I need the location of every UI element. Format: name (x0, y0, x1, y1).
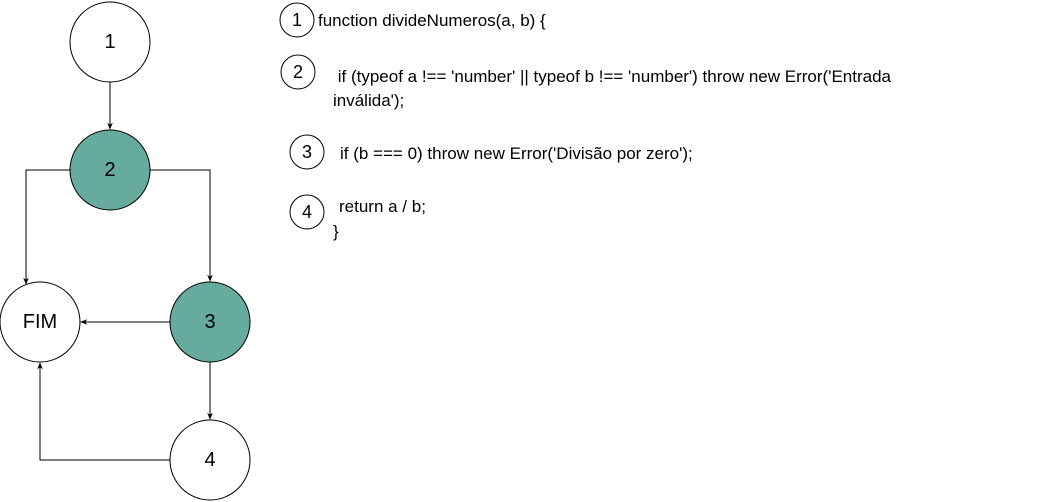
code-line-4-number: 4 (302, 202, 312, 222)
code-line-4-text: return a / b; (339, 197, 426, 216)
code-line-2: 2 if (typeof a !== 'number' || typeof b … (280, 54, 892, 110)
node-1-label: 1 (104, 31, 115, 53)
code-line-4: 4 return a / b; } (289, 194, 426, 241)
node-4-label: 4 (204, 449, 215, 471)
code-line-1: 1 function divideNumeros(a, b) { (279, 2, 546, 38)
code-line-3-text: if (b === 0) throw new Error('Divisão po… (340, 144, 693, 163)
code-line-2-number: 2 (293, 62, 303, 82)
node-2: 2 (69, 129, 151, 211)
node-2-label: 2 (104, 159, 115, 181)
code-line-3: 3 if (b === 0) throw new Error('Divisão … (289, 134, 693, 170)
node-fim-label: FIM (23, 311, 57, 333)
node-4: 4 (169, 419, 251, 501)
code-line-2-text-cont: inválida'); (333, 91, 404, 110)
code-line-1-number: 1 (292, 10, 302, 30)
node-3: 3 (169, 281, 251, 363)
code-line-3-number: 3 (302, 142, 312, 162)
node-3-label: 3 (204, 311, 215, 333)
edge-2-fim (23, 169, 70, 285)
node-fim: FIM (0, 281, 81, 363)
edge-2-3 (150, 169, 213, 282)
code-line-2-text: if (typeof a !== 'number' || typeof b !=… (333, 67, 892, 86)
node-1: 1 (69, 1, 151, 83)
code-line-4-closing-brace: } (333, 222, 339, 241)
code-line-1-text: function divideNumeros(a, b) { (318, 11, 546, 30)
edge-4-fim (37, 362, 170, 461)
control-flow-diagram: 1 2 3 4 FIM 1 function divideNumeros(a, … (0, 1, 892, 501)
